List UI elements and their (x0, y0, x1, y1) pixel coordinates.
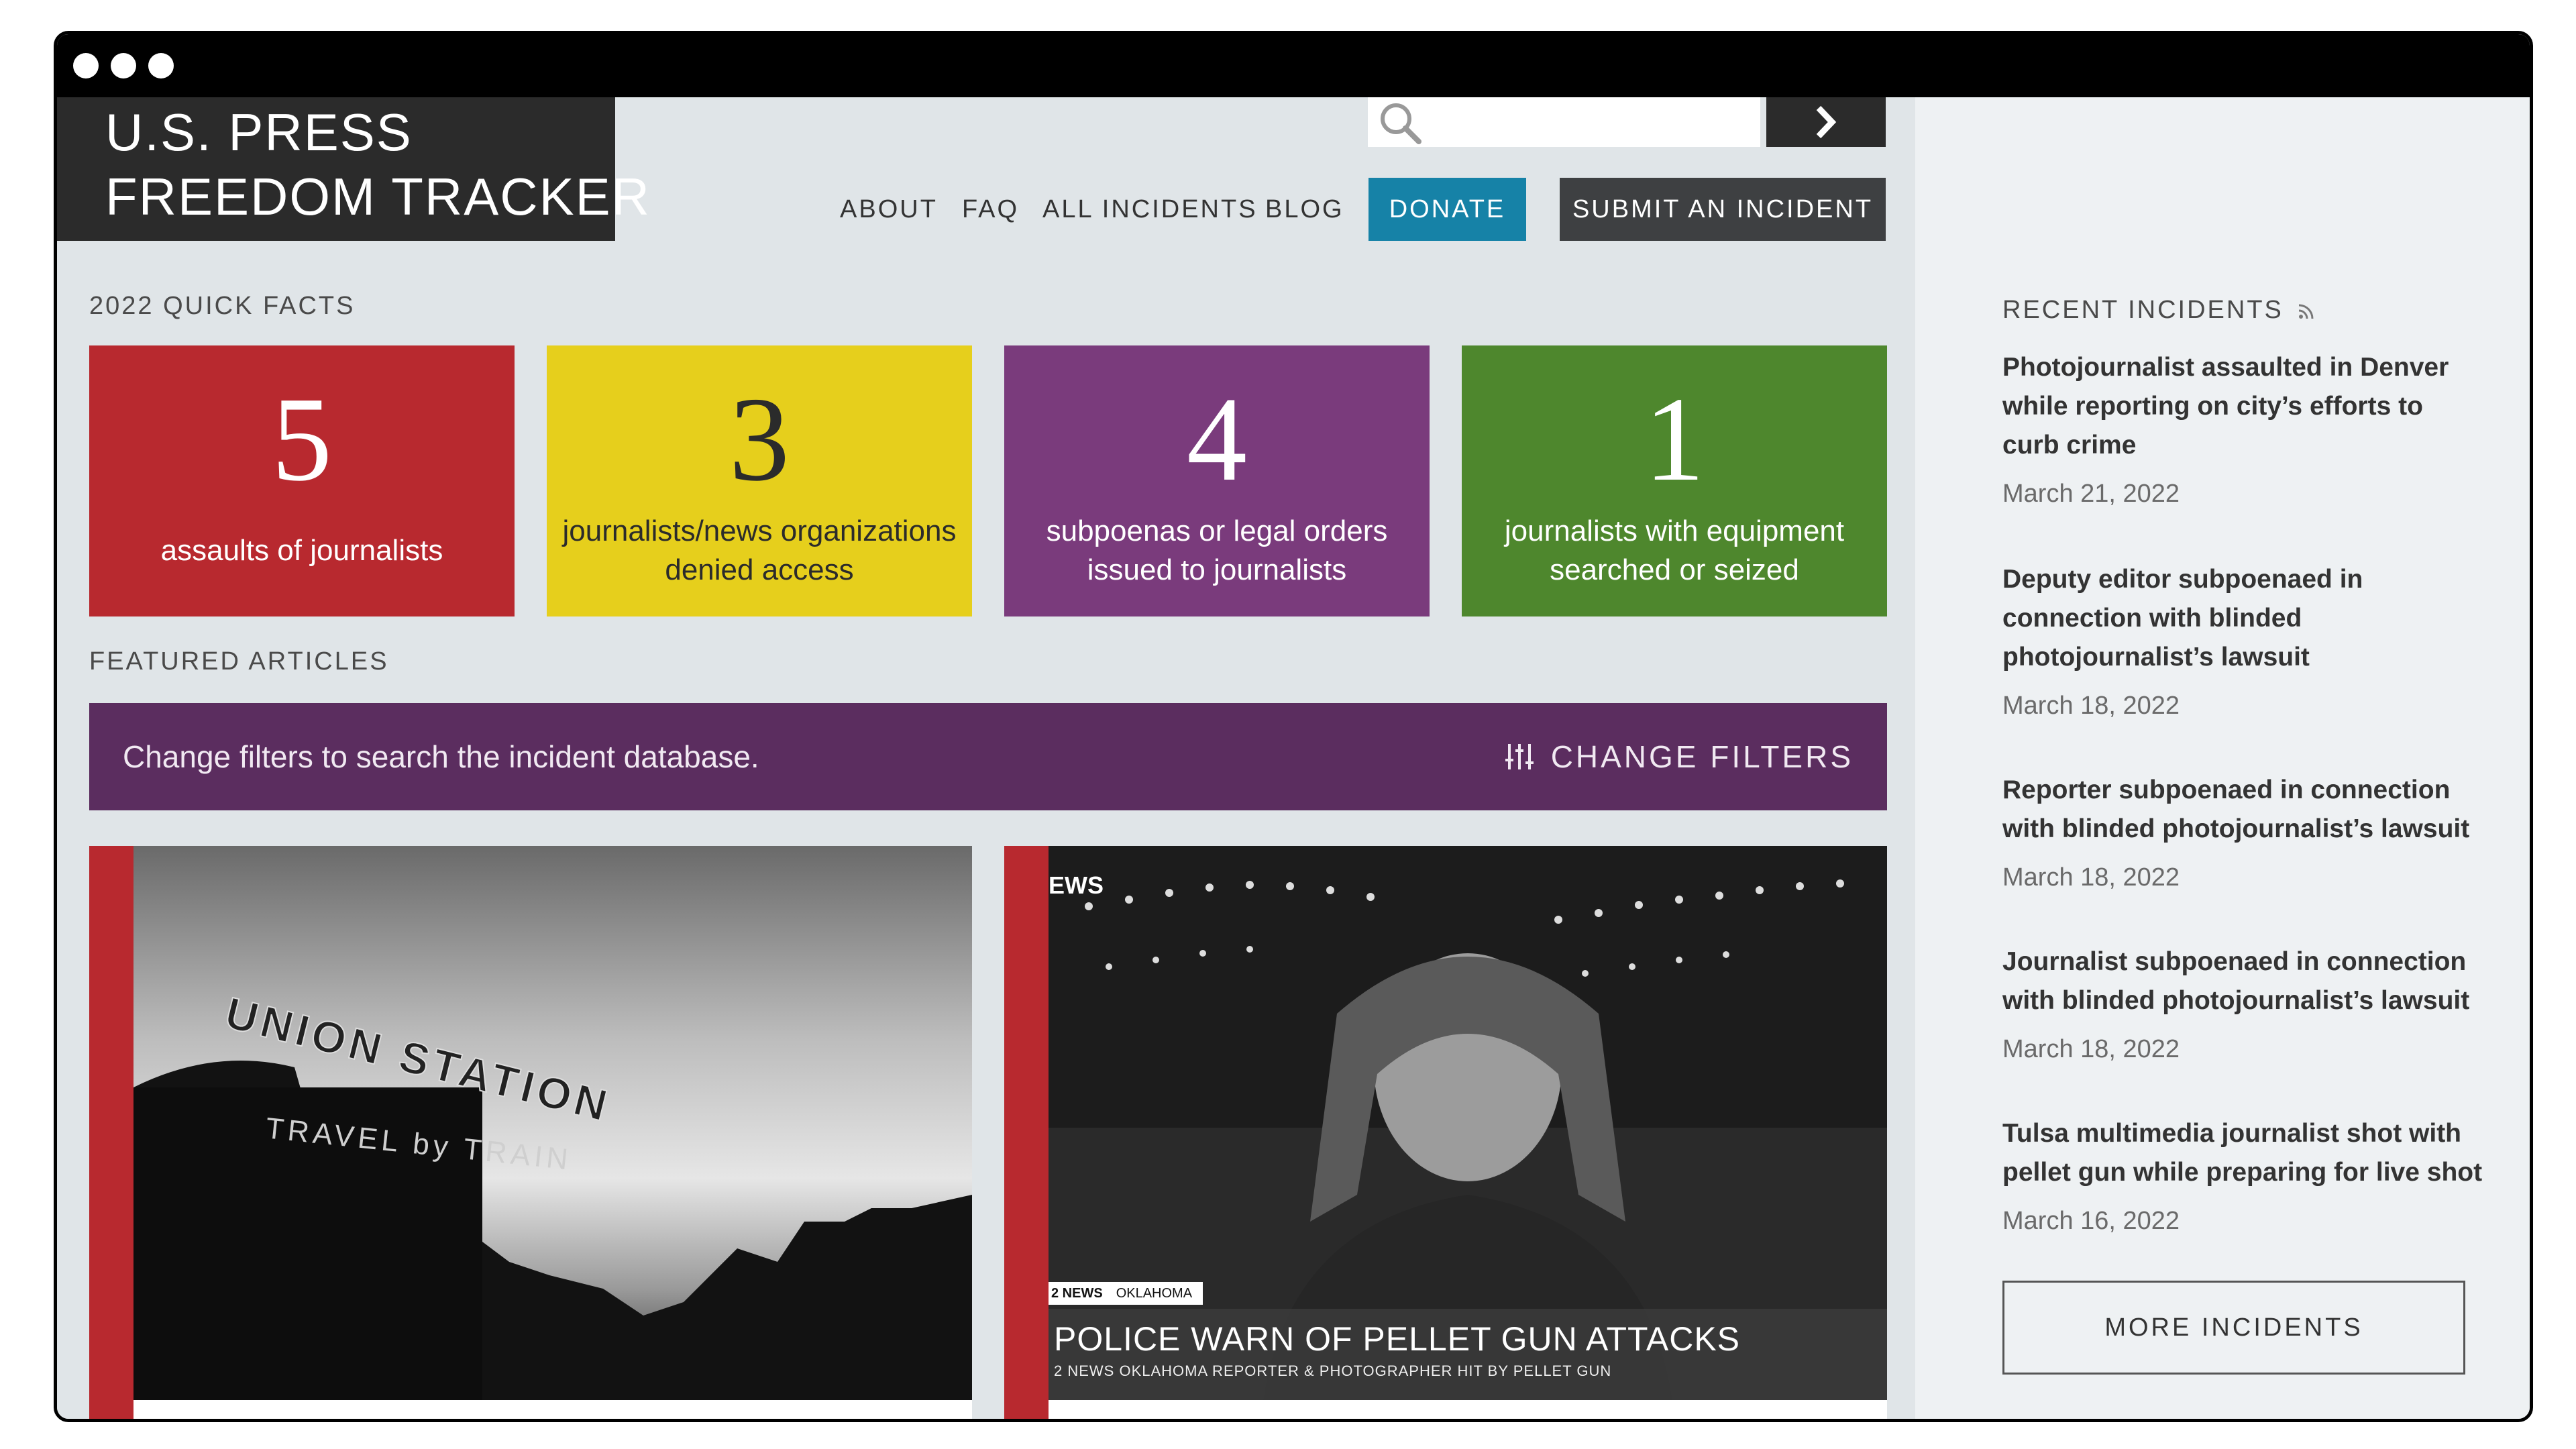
incident-date: March 21, 2022 (2002, 480, 2180, 508)
incident-title[interactable]: Reporter subpoenaed in connection with b… (2002, 771, 2485, 849)
nav-faq[interactable]: FAQ (962, 193, 1019, 226)
featured-article-card[interactable]: UNION STATION TRAVEL by TRAIN (89, 846, 972, 1419)
incident-item[interactable]: Deputy editor subpoenaed in connection w… (2002, 560, 2485, 720)
fact-number: 5 (272, 372, 332, 506)
browser-window: U.S. PRESS FREEDOM TRACKER ABOUT FAQ ALL… (54, 31, 2533, 1422)
filter-bar: Change filters to search the incident da… (89, 703, 1887, 810)
incident-date: March 18, 2022 (2002, 1035, 2180, 1063)
fact-card-subpoenas[interactable]: 4 subpoenas or legal orders issued to jo… (1004, 345, 1430, 616)
search-submit-button[interactable] (1766, 97, 1886, 147)
card-accent (1004, 846, 1049, 1419)
window-titlebar (57, 34, 2530, 97)
featured-articles-label: FEATURED ARTICLES (89, 647, 389, 676)
fact-description: journalists/news organizations denied ac… (562, 515, 957, 586)
article-photo-pellet-gun[interactable]: EWS 2 NEWS OKLAHOMA POLICE WARN OF PELLE… (1049, 846, 1887, 1400)
incident-item[interactable]: Tulsa multimedia journalist shot with pe… (2002, 1114, 2485, 1236)
more-incidents-button[interactable]: MORE INCIDENTS (2002, 1281, 2465, 1375)
incident-title[interactable]: Tulsa multimedia journalist shot with pe… (2002, 1114, 2485, 1192)
news-channel-logo: EWS (1049, 871, 1104, 899)
chevron-right-icon (1816, 105, 1837, 139)
fact-card-denied-access[interactable]: 3 journalists/news organizations denied … (547, 345, 972, 616)
fact-description: subpoenas or legal orders issued to jour… (1046, 515, 1388, 586)
news-tag-bar: 2 NEWS OKLAHOMA (1049, 1282, 1203, 1305)
rss-icon[interactable] (2296, 301, 2316, 321)
change-filters-label: CHANGE FILTERS (1550, 739, 1854, 774)
sliders-icon (1505, 744, 1534, 769)
recent-incidents-title: RECENT INCIDENTS (2002, 296, 2284, 324)
incident-item[interactable]: Reporter subpoenaed in connection with b… (2002, 771, 2485, 892)
search-icon (1381, 103, 1421, 144)
recent-incidents-sidebar: RECENT INCIDENTS Photojournalist assault… (1915, 97, 2530, 1419)
incident-item[interactable]: Journalist subpoenaed in connection with… (2002, 943, 2485, 1064)
incident-date: March 18, 2022 (2002, 692, 2180, 720)
logo-line-1: U.S. PRESS (105, 103, 413, 162)
fact-card-assaults[interactable]: 5 assaults of journalists (89, 345, 515, 616)
news-tag-channel: 2 NEWS (1051, 1285, 1103, 1301)
incident-date: March 18, 2022 (2002, 863, 2180, 892)
submit-incident-button[interactable]: SUBMIT AN INCIDENT (1560, 178, 1886, 241)
incident-title[interactable]: Journalist subpoenaed in connection with… (2002, 943, 2485, 1020)
news-tag-region: OKLAHOMA (1116, 1285, 1193, 1301)
fact-number: 1 (1644, 372, 1705, 506)
site-logo[interactable]: U.S. PRESS FREEDOM TRACKER (57, 97, 651, 241)
nav-all-incidents[interactable]: ALL INCIDENTS (1042, 193, 1258, 226)
incident-title[interactable]: Photojournalist assaulted in Denver whil… (2002, 348, 2485, 465)
fact-description: assaults of journalists (160, 534, 443, 567)
logo-line-2: FREEDOM TRACKER (105, 167, 651, 226)
fact-number: 4 (1187, 372, 1247, 506)
donate-button[interactable]: DONATE (1368, 178, 1526, 241)
news-headline: POLICE WARN OF PELLET GUN ATTACKS (1054, 1320, 1741, 1358)
main-content: U.S. PRESS FREEDOM TRACKER ABOUT FAQ ALL… (57, 97, 1915, 1419)
incident-item[interactable]: Photojournalist assaulted in Denver whil… (2002, 348, 2485, 508)
filter-hint-text: Change filters to search the incident da… (123, 739, 759, 774)
incident-date: March 16, 2022 (2002, 1207, 2180, 1235)
recent-incidents-heading: RECENT INCIDENTS (2002, 296, 2316, 325)
featured-article-card[interactable]: EWS 2 NEWS OKLAHOMA POLICE WARN OF PELLE… (1004, 846, 1887, 1419)
article-photo-union-station[interactable]: UNION STATION TRAVEL by TRAIN (133, 846, 972, 1400)
change-filters-button[interactable]: CHANGE FILTERS (1504, 737, 1854, 777)
window-minimize-dot[interactable] (111, 53, 136, 78)
news-subheadline: 2 NEWS OKLAHOMA REPORTER & PHOTOGRAPHER … (1054, 1362, 1612, 1379)
fact-card-equipment-seized[interactable]: 1 journalists with equipment searched or… (1462, 345, 1887, 616)
window-close-dot[interactable] (73, 53, 99, 78)
fact-description: journalists with equipment searched or s… (1504, 515, 1845, 586)
incident-title[interactable]: Deputy editor subpoenaed in connection w… (2002, 560, 2485, 677)
window-maximize-dot[interactable] (148, 53, 174, 78)
photo-union-station (133, 846, 972, 1400)
nav-about[interactable]: ABOUT (840, 193, 938, 226)
search-input[interactable] (1368, 97, 1760, 147)
photo-news-reporter (1049, 846, 1887, 1400)
card-accent (89, 846, 133, 1419)
quick-facts-label: 2022 QUICK FACTS (89, 292, 356, 320)
nav-blog[interactable]: BLOG (1265, 193, 1344, 226)
fact-number: 3 (729, 372, 790, 506)
